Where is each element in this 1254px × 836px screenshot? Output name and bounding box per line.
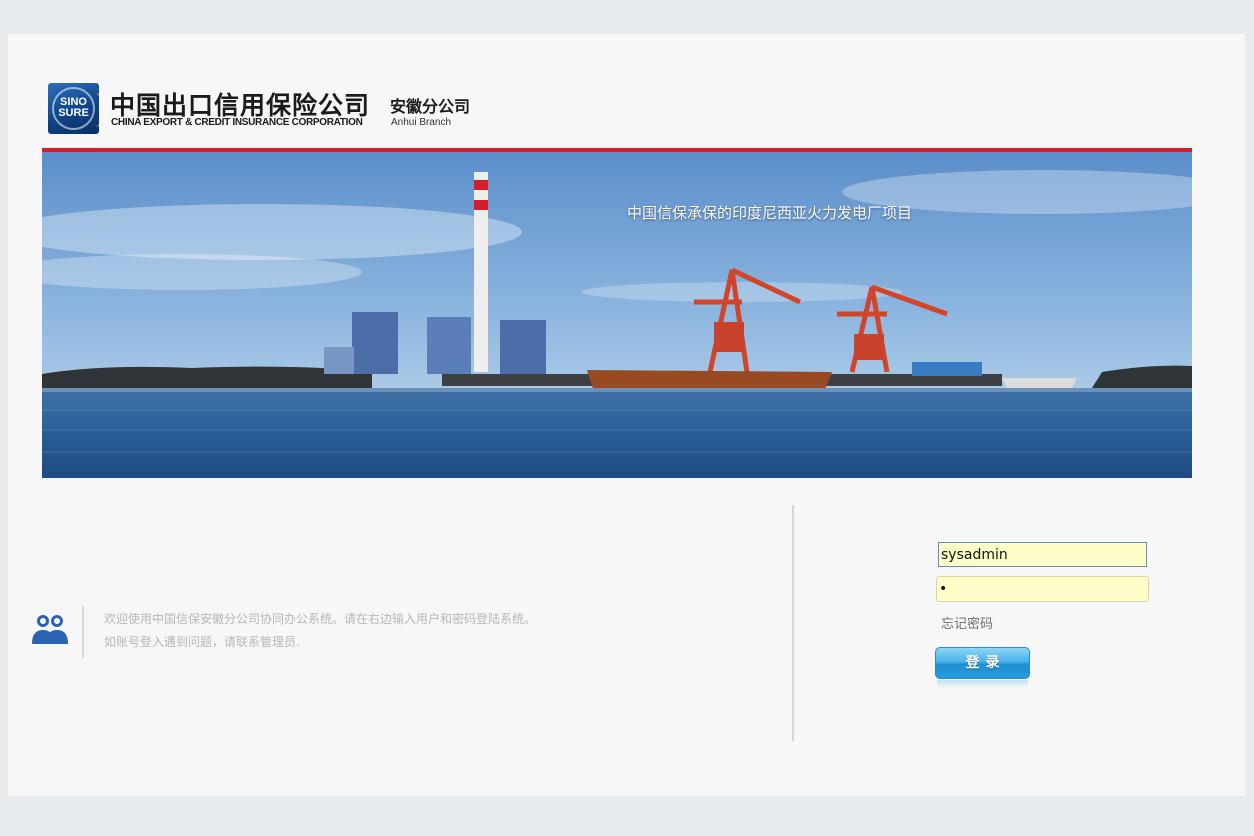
users-icon — [32, 615, 68, 644]
help-message: 如账号登入遇到问题，请联系管理员. — [104, 635, 300, 649]
company-name-en: CHINA EXPORT & CREDIT INSURANCE CORPORAT… — [111, 117, 363, 128]
branch-name-en: Anhui Branch — [391, 117, 452, 128]
login-button[interactable]: 登录 — [935, 647, 1030, 679]
branch-name-cn: 安徽分公司 — [390, 97, 471, 116]
logo-text-line2: SURE — [58, 107, 89, 119]
welcome-message: 欢迎使用中国信保安徽分公司协同办公系统。请在右边输入用户和密码登陆系统。 — [104, 612, 537, 626]
power-plant-illustration — [42, 152, 1192, 478]
username-input[interactable] — [938, 542, 1147, 567]
sinosure-logo: SINO SURE — [48, 83, 99, 134]
password-input[interactable] — [936, 576, 1149, 602]
section-divider — [792, 505, 794, 741]
login-button-reflection — [937, 680, 1028, 688]
welcome-divider — [82, 606, 84, 658]
banner-image: 中国信保承保的印度尼西亚火力发电厂项目 — [42, 152, 1192, 478]
banner-caption: 中国信保承保的印度尼西亚火力发电厂项目 — [627, 204, 913, 222]
forgot-password-link[interactable]: 忘记密码 — [941, 613, 993, 632]
